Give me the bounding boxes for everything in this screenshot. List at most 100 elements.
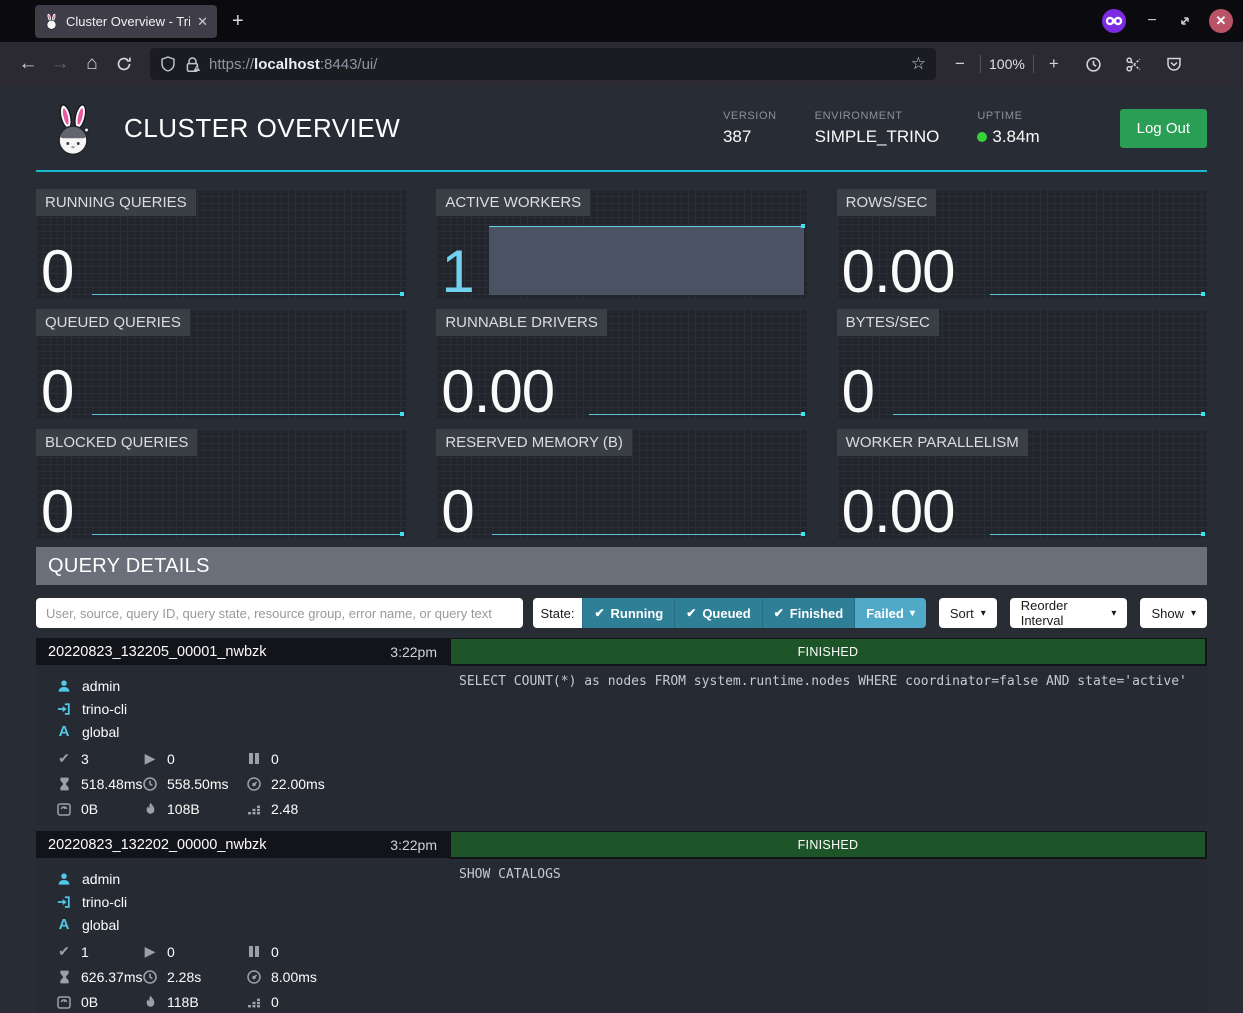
chevron-down-icon: ▾ <box>981 608 986 619</box>
private-browsing-icon <box>1102 9 1126 33</box>
uptime-status-dot <box>977 132 987 142</box>
uptime-value: 3.84m <box>992 127 1039 146</box>
sparkline <box>92 414 403 415</box>
url-text: https://localhost:8443/ui/ <box>209 56 903 73</box>
screenshot-scissors-icon[interactable] <box>1118 49 1150 79</box>
url-bar[interactable]: https://localhost:8443/ui/ ☆ <box>150 48 936 80</box>
page-title: CLUSTER OVERVIEW <box>124 113 400 144</box>
scale-icon <box>56 996 72 1009</box>
query-sql-text: SELECT COUNT(*) as nodes FROM system.run… <box>449 665 1207 825</box>
gauge-icon <box>246 970 262 984</box>
trino-logo <box>50 103 96 157</box>
sort-dropdown[interactable]: Sort▾ <box>939 598 997 628</box>
source-sign-in-icon <box>56 895 72 909</box>
metric-running-queries: RUNNING QUERIES 0 <box>36 189 406 298</box>
logout-button[interactable]: Log Out <box>1120 109 1207 148</box>
window-maximize-button[interactable] <box>1178 14 1192 28</box>
metric-runnable-drivers: RUNNABLE DRIVERS 0.00 <box>436 309 806 418</box>
active-workers-link[interactable]: 1 <box>441 242 473 302</box>
show-dropdown[interactable]: Show▾ <box>1140 598 1207 628</box>
tracking-shield-icon[interactable] <box>160 56 176 72</box>
sparkline <box>589 414 803 415</box>
metric-rows-sec: ROWS/SEC 0.00 <box>837 189 1207 298</box>
new-tab-button[interactable]: + <box>232 8 244 34</box>
state-queued-toggle[interactable]: ✔Queued <box>674 598 761 628</box>
running-splits-play-icon: ▶ <box>142 943 158 960</box>
check-icon: ✔ <box>594 606 604 620</box>
pocket-icon[interactable] <box>1158 49 1190 79</box>
query-row: 20220823_132205_00001_nwbzk 3:22pm admin… <box>36 638 1207 825</box>
sparkline <box>893 414 1204 415</box>
cumulative-memory-chart-icon <box>246 803 262 815</box>
completed-splits-check-icon: ✔ <box>56 750 72 767</box>
trino-cluster-overview-page: CLUSTER OVERVIEW VERSION 387 ENVIRONMENT… <box>0 86 1243 1013</box>
query-row: 20220823_132202_00000_nwbzk 3:22pm admin… <box>36 831 1207 1013</box>
environment-value: SIMPLE_TRINO <box>815 127 940 147</box>
sparkline <box>492 534 803 535</box>
uptime-block: UPTIME 3.84m <box>977 110 1039 147</box>
query-search-input[interactable] <box>36 598 523 628</box>
hourglass-icon <box>56 777 72 791</box>
tab-title: Cluster Overview - Trino <box>66 14 190 29</box>
query-resource-group: global <box>82 917 119 933</box>
sparkline <box>990 294 1204 295</box>
bookmark-star-icon[interactable]: ☆ <box>911 54 926 74</box>
trino-favicon <box>44 13 59 30</box>
version-block: VERSION 387 <box>723 110 777 147</box>
sparkline <box>990 534 1204 535</box>
query-id-link[interactable]: 20220823_132202_00000_nwbzk <box>48 837 267 853</box>
gauge-icon <box>246 777 262 791</box>
back-button[interactable]: ← <box>12 49 44 79</box>
state-failed-dropdown[interactable]: Failed▾ <box>854 598 926 628</box>
metric-reserved-memory: RESERVED MEMORY (B) 0 <box>436 429 806 538</box>
source-sign-in-icon <box>56 702 72 716</box>
zoom-in-button[interactable]: + <box>1042 54 1066 74</box>
user-icon <box>56 679 72 693</box>
hourglass-icon <box>56 970 72 984</box>
zoom-level[interactable]: 100% <box>989 56 1025 72</box>
forward-button[interactable]: → <box>44 49 76 79</box>
query-status-badge: FINISHED <box>451 639 1205 664</box>
query-filter-toolbar: State: ✔Running ✔Queued ✔Finished Failed… <box>36 598 1207 628</box>
query-details-header: QUERY DETAILS <box>36 547 1207 585</box>
sparkline <box>92 294 403 295</box>
resource-group-icon: A <box>56 916 72 933</box>
menu-icon[interactable] <box>1198 49 1214 79</box>
zoom-out-button[interactable]: − <box>948 54 972 74</box>
history-icon[interactable] <box>1078 49 1110 79</box>
queued-splits-pause-icon <box>246 753 262 764</box>
chevron-down-icon: ▾ <box>1191 608 1196 619</box>
tab-close-icon[interactable]: ✕ <box>197 14 208 30</box>
chevron-down-icon: ▾ <box>910 608 915 619</box>
query-id-link[interactable]: 20220823_132205_00001_nwbzk <box>48 644 267 660</box>
window-minimize-button[interactable]: − <box>1143 12 1161 30</box>
reload-button[interactable] <box>108 49 140 79</box>
browser-navbar: ← → ⌂ https://localhost:8443/ui/ ☆ − 100… <box>0 42 1243 86</box>
metric-blocked-queries: BLOCKED QUERIES 0 <box>36 429 406 538</box>
completed-splits-check-icon: ✔ <box>56 943 72 960</box>
browser-tab[interactable]: Cluster Overview - Trino ✕ <box>35 5 217 38</box>
flame-icon <box>142 802 158 816</box>
flame-icon <box>142 995 158 1009</box>
state-filter-label: State: <box>533 598 583 628</box>
version-value: 387 <box>723 127 777 147</box>
home-button[interactable]: ⌂ <box>76 49 108 79</box>
clock-icon <box>142 777 158 791</box>
running-splits-play-icon: ▶ <box>142 750 158 767</box>
metric-worker-parallelism: WORKER PARALLELISM 0.00 <box>837 429 1207 538</box>
lock-warning-icon[interactable] <box>184 56 201 73</box>
metric-queued-queries: QUEUED QUERIES 0 <box>36 309 406 418</box>
metric-active-workers: ACTIVE WORKERS 1 <box>436 189 806 298</box>
resource-group-icon: A <box>56 723 72 740</box>
query-status-badge: FINISHED <box>451 832 1205 857</box>
state-finished-toggle[interactable]: ✔Finished <box>762 598 855 628</box>
cluster-metrics-grid: RUNNING QUERIES 0 ACTIVE WORKERS 1 ROWS/… <box>36 189 1207 538</box>
state-running-toggle[interactable]: ✔Running <box>582 598 674 628</box>
queued-splits-pause-icon <box>246 946 262 957</box>
check-icon: ✔ <box>774 606 784 620</box>
query-time: 3:22pm <box>390 644 437 660</box>
window-close-button[interactable]: ✕ <box>1209 9 1233 33</box>
metric-bytes-sec: BYTES/SEC 0 <box>837 309 1207 418</box>
reorder-interval-dropdown[interactable]: Reorder Interval▾ <box>1010 598 1128 628</box>
sparkline-filled <box>489 226 803 295</box>
